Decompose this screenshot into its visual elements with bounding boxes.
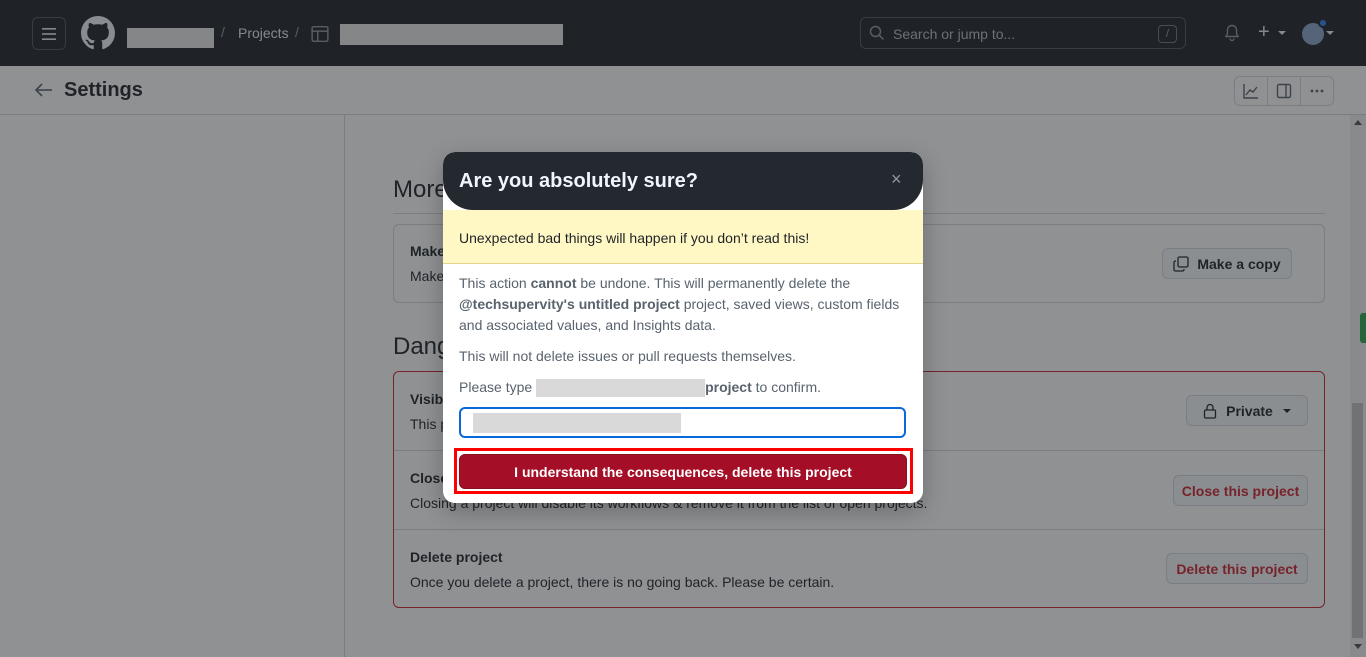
instruction-text: to confirm. bbox=[751, 379, 821, 395]
desc-text: This action bbox=[459, 275, 531, 291]
instruction-emphasis: project bbox=[705, 379, 752, 395]
desc-emphasis: cannot bbox=[530, 275, 577, 291]
confirm-text-input[interactable] bbox=[459, 407, 906, 438]
delete-confirmation-dialog: Are you absolutely sure? × Unexpected ba… bbox=[443, 152, 923, 503]
confirm-instructions: Please type project to confirm. bbox=[459, 377, 909, 398]
warning-banner: Unexpected bad things will happen if you… bbox=[443, 210, 923, 264]
input-value-redacted bbox=[473, 413, 681, 433]
confirm-phrase-redacted bbox=[536, 379, 706, 398]
dialog-header: Are you absolutely sure? × bbox=[443, 152, 923, 210]
dialog-note: This will not delete issues or pull requ… bbox=[459, 348, 796, 364]
project-name: @techsupervity's untitled project bbox=[459, 296, 680, 312]
instruction-text: Please type bbox=[459, 379, 537, 395]
warning-text: Unexpected bad things will happen if you… bbox=[459, 230, 810, 246]
dialog-title: Are you absolutely sure? bbox=[459, 170, 698, 192]
close-icon[interactable]: × bbox=[891, 169, 902, 190]
dialog-description: This action cannot be undone. This will … bbox=[459, 273, 909, 336]
confirm-delete-button[interactable]: I understand the consequences, delete th… bbox=[459, 454, 907, 489]
desc-text: be undone. This will permanently delete … bbox=[576, 275, 851, 291]
